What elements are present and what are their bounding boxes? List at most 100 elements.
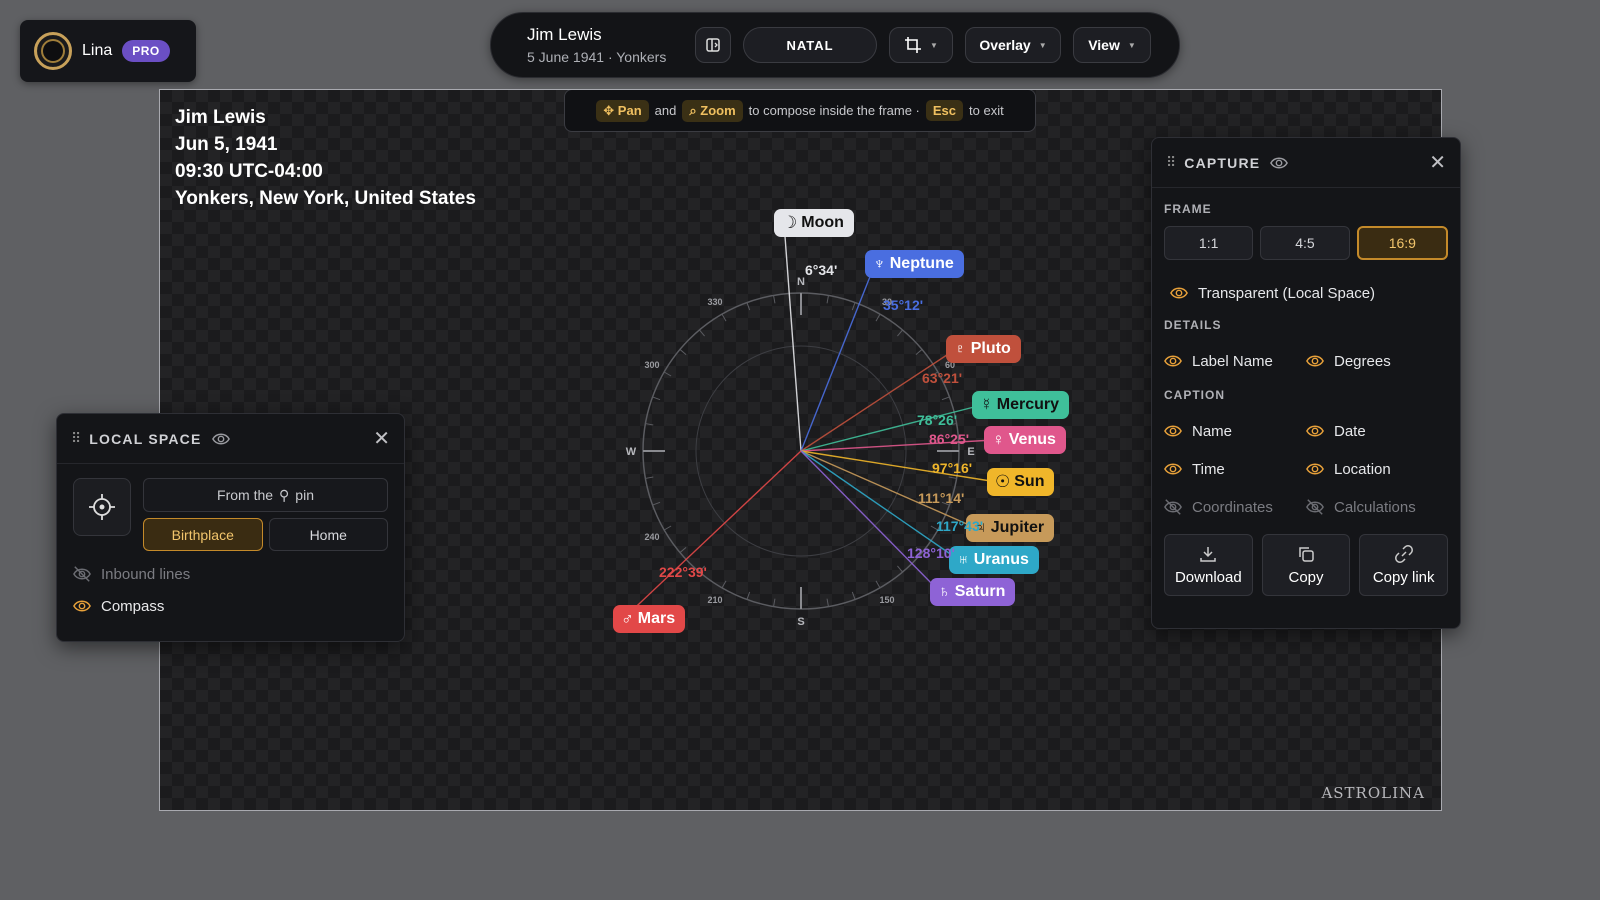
planet-label-moon[interactable]: ☽ Moon (774, 209, 854, 237)
coordinates-label: Coordinates (1192, 498, 1273, 516)
compass-cardinal-w: W (626, 446, 637, 458)
planet-name: Pluto (970, 340, 1011, 357)
planet-label-mercury[interactable]: ☿ Mercury (972, 391, 1069, 419)
date-toggle[interactable]: Date (1306, 412, 1448, 450)
eye-off-icon (1306, 499, 1324, 515)
location-toggle[interactable]: Location (1306, 450, 1448, 488)
eye-icon (1164, 463, 1182, 475)
locate-button[interactable] (73, 478, 131, 536)
download-icon (1200, 546, 1217, 562)
download-label: Download (1174, 568, 1242, 586)
planet-label-sun[interactable]: ☉ Sun (987, 468, 1055, 496)
planet-name: Saturn (954, 583, 1006, 600)
ratio-4-5-button[interactable]: 4:5 (1260, 226, 1350, 260)
planet-degrees: 78°26' (917, 412, 958, 428)
compass-tick (851, 302, 856, 311)
planet-label-venus[interactable]: ♀ Venus (984, 426, 1066, 454)
transparent-toggle[interactable]: Transparent (Local Space) (1164, 274, 1448, 312)
compass-label: Compass (101, 597, 165, 615)
compass-tick (652, 501, 661, 506)
time-toggle[interactable]: Time (1164, 450, 1306, 488)
details-section-label: DETAILS (1164, 318, 1222, 332)
compass-toggle[interactable]: Compass (73, 597, 388, 615)
compass-tick (915, 349, 923, 355)
planet-label-saturn[interactable]: ♄ Saturn (930, 578, 1016, 606)
eye-icon (1164, 425, 1182, 437)
sidebar-toggle-button[interactable] (695, 27, 731, 63)
eye-icon (1306, 425, 1324, 437)
link-icon (1394, 544, 1413, 563)
caption-time: 09:30 UTC-04:00 (175, 161, 323, 182)
planet-glyph-icon: ☉ (995, 472, 1011, 491)
location-label: Location (1334, 460, 1391, 478)
eye-icon[interactable] (1270, 154, 1289, 172)
planet-label-uranus[interactable]: ♅ Uranus (949, 546, 1039, 574)
chart-person[interactable]: Jim Lewis 5 June 1941 · Yonkers (527, 25, 677, 65)
planet-label-neptune[interactable]: ♆ Neptune (865, 250, 964, 278)
compass-tick-label: 330 (707, 297, 722, 307)
pan-key: ✥ Pan (596, 99, 649, 122)
compass-tick-label: 240 (645, 532, 660, 542)
birthplace-button[interactable]: Birthplace (143, 518, 263, 551)
planet-label-pluto[interactable]: ♇ Pluto (946, 335, 1021, 363)
drag-handle-icon[interactable]: ⠿ (71, 430, 81, 447)
ratio-16-9-button[interactable]: 16:9 (1356, 226, 1448, 260)
compass-tick (663, 371, 672, 377)
coordinates-toggle[interactable]: Coordinates (1164, 488, 1306, 526)
chevron-down-icon: ▼ (1127, 40, 1136, 50)
ratio-1-1-button[interactable]: 1:1 (1164, 226, 1254, 260)
chart-caption: Jim Lewis Jun 5, 1941 09:30 UTC-04:00 Yo… (175, 104, 476, 212)
name-toggle[interactable]: Name (1164, 412, 1306, 450)
eye-icon (73, 600, 91, 612)
planet-name: Uranus (973, 551, 1029, 568)
planet-degrees: 86°25' (929, 431, 970, 447)
overlay-dropdown[interactable]: Overlay ▼ (965, 27, 1061, 63)
compass-tick-label: 210 (707, 595, 722, 605)
label-name-label: Label Name (1192, 352, 1273, 370)
view-dropdown[interactable]: View ▼ (1073, 27, 1151, 63)
capture-panel: ⠿ CAPTURE ✕ FRAME 1:1 4:5 16:9 Transpare… (1151, 137, 1461, 629)
name-label: Name (1192, 422, 1233, 440)
calculations-toggle[interactable]: Calculations (1306, 488, 1448, 526)
eye-icon[interactable] (211, 430, 230, 448)
panel-header: ⠿ CAPTURE ✕ (1152, 138, 1460, 188)
home-button[interactable]: Home (268, 518, 388, 551)
download-button[interactable]: Download (1164, 534, 1253, 596)
compass-tick (652, 396, 661, 401)
close-icon[interactable]: ✕ (373, 426, 390, 451)
planet-name: Mercury (996, 396, 1059, 413)
date-label: Date (1334, 422, 1366, 440)
planet-degrees: 111°14' (918, 490, 965, 506)
inbound-lines-toggle[interactable]: Inbound lines (73, 565, 388, 583)
drag-handle-icon[interactable]: ⠿ (1166, 154, 1176, 171)
planet-name: Neptune (889, 255, 954, 272)
planet-name: Jupiter (990, 519, 1045, 536)
panel-title: LOCAL SPACE (89, 430, 202, 447)
copy-button[interactable]: Copy (1261, 534, 1351, 596)
eye-icon (1170, 287, 1188, 299)
compass-tick (645, 476, 654, 479)
degrees-toggle[interactable]: Degrees (1306, 342, 1448, 380)
from-pin-button[interactable]: From the ⚲ pin (143, 478, 388, 512)
crop-dropdown[interactable]: ▼ (889, 27, 953, 63)
planet-glyph-icon: ♄ (938, 582, 951, 601)
label-name-toggle[interactable]: Label Name (1164, 342, 1306, 380)
compass-tick (897, 565, 903, 573)
crosshair-icon (89, 494, 115, 520)
planet-label-mars[interactable]: ♂ Mars (613, 605, 686, 633)
transparent-label: Transparent (Local Space) (1198, 284, 1376, 302)
hint-end: to exit (969, 103, 1004, 118)
planet-glyph-icon: ♀ (992, 430, 1005, 449)
eye-icon (1306, 463, 1324, 475)
compass-tick (645, 423, 654, 426)
top-toolbar: Jim Lewis 5 June 1941 · Yonkers NATAL ▼ … (490, 12, 1180, 78)
compass-tick (948, 476, 957, 479)
close-icon[interactable]: ✕ (1429, 150, 1446, 175)
copy-link-button[interactable]: Copy link (1359, 534, 1449, 596)
user-chip[interactable]: Lina PRO (20, 20, 196, 82)
pin-icon: ⚲ (279, 486, 290, 503)
compass-tick (663, 525, 672, 531)
frame-section-label: FRAME (1164, 202, 1212, 216)
eye-icon (1164, 355, 1182, 367)
chart-type-button[interactable]: NATAL (743, 27, 877, 63)
